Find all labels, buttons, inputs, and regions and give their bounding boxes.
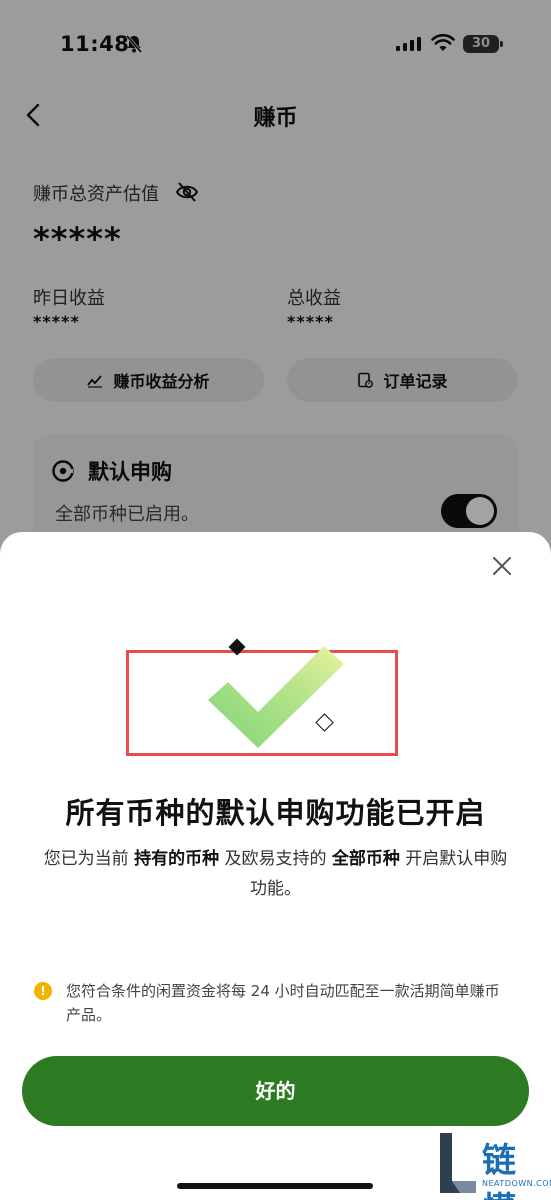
warning-icon: ! bbox=[34, 982, 52, 1000]
close-icon[interactable] bbox=[490, 554, 514, 578]
ok-button[interactable]: 好的 bbox=[22, 1056, 529, 1126]
sheet-description: 您已为当前 持有的币种 及欧易支持的 全部币种 开启默认申购功能。 bbox=[43, 849, 508, 899]
watermark-l-icon bbox=[440, 1133, 476, 1193]
watermark-logo: 链懂 NEATDOWN.COM bbox=[434, 1127, 551, 1200]
watermark-subtext: NEATDOWN.COM bbox=[482, 1179, 551, 1188]
sheet-title: 所有币种的默认申购功能已开启 bbox=[65, 796, 486, 830]
home-indicator bbox=[177, 1183, 373, 1189]
notice-text: 您符合条件的闲置资金将每 24 小时自动匹配至一款活期简单赚币产品。 bbox=[66, 982, 500, 1024]
checkmark-icon bbox=[208, 646, 344, 748]
watermark-text: 链懂 bbox=[482, 1141, 518, 1200]
bottom-sheet: 所有币种的默认申购功能已开启 您已为当前 持有的币种 及欧易支持的 全部币种 开… bbox=[0, 532, 551, 1200]
